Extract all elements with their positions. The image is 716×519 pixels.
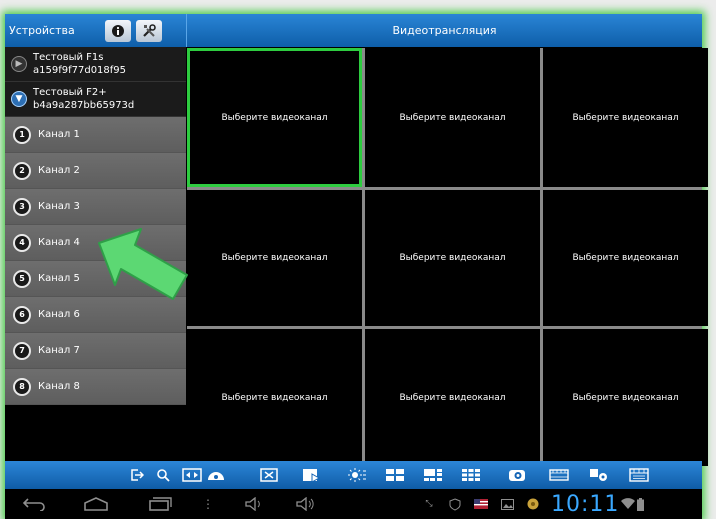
channel-number-icon: 2 (13, 161, 31, 180)
device-id: b4a9a287bb65973d (33, 100, 135, 111)
video-cell-1[interactable]: Выберите видеоканал (187, 48, 362, 187)
device-name: Тестовый F2+ (33, 87, 107, 98)
channel-number-icon: 4 (13, 233, 31, 252)
channel-label: Канал 2 (38, 165, 80, 176)
battery-icon (636, 497, 644, 511)
home-icon[interactable] (81, 497, 111, 511)
channel-label: Канал 4 (38, 237, 80, 248)
layout-6-icon[interactable] (423, 467, 443, 483)
video-cell-5[interactable]: Выберите видеоканал (365, 190, 540, 326)
photo-icon[interactable] (589, 467, 609, 483)
channel-item-8[interactable]: 8 Канал 8 (5, 369, 186, 405)
volume-down-icon[interactable] (243, 497, 265, 511)
channel-number-icon: 5 (13, 269, 31, 288)
channel-item-7[interactable]: 7 Канал 7 (5, 333, 186, 369)
device-id: a159f9f77d018f95 (33, 65, 127, 76)
device-item-f1s[interactable]: ▶ Тестовый F1s a159f9f77d018f95 (5, 47, 186, 82)
video-cell-7[interactable]: Выберите видеоканал (187, 329, 362, 466)
channel-item-1[interactable]: 1 Канал 1 (5, 117, 186, 153)
channel-number-icon: 7 (13, 341, 31, 360)
logout-icon[interactable] (129, 467, 145, 483)
video-cell-8[interactable]: Выберите видеоканал (365, 329, 540, 466)
fullscreen-status-icon: ⤡ (425, 499, 433, 509)
clock: 10:11 (551, 491, 620, 517)
layout-9-icon[interactable] (461, 467, 481, 483)
channel-label: Канал 1 (38, 129, 80, 140)
video-cell-4[interactable]: Выберите видеоканал (187, 190, 362, 326)
snapshot-icon[interactable] (259, 467, 279, 483)
layout-4-icon[interactable] (385, 467, 405, 483)
record-icon[interactable] (301, 467, 321, 483)
page-title: Видеотрансляция (392, 24, 497, 37)
shield-icon (447, 497, 463, 511)
channel-item-3[interactable]: 3 Канал 3 (5, 189, 186, 225)
ptz-icon[interactable] (205, 467, 227, 483)
fullscreen-icon[interactable] (181, 467, 203, 483)
light-icon[interactable] (347, 467, 367, 483)
back-icon[interactable] (19, 497, 49, 511)
info-icon[interactable] (105, 19, 131, 42)
channel-label: Канал 3 (38, 201, 80, 212)
channel-number-icon: 6 (13, 305, 31, 324)
menu-icon[interactable]: ⋮ (202, 497, 214, 511)
video-cell-9[interactable]: Выберите видеоканал (543, 329, 708, 466)
devices-title: Устройства (9, 24, 75, 37)
channel-number-icon: 8 (13, 377, 31, 396)
tools-icon[interactable] (136, 19, 162, 42)
highlight-arrow-icon (98, 228, 188, 300)
channel-item-2[interactable]: 2 Канал 2 (5, 153, 186, 189)
playback-icon[interactable] (549, 467, 569, 483)
expand-icon: ▼ (11, 91, 27, 107)
recent-apps-icon[interactable] (145, 497, 175, 511)
devices-header: Устройства (5, 14, 186, 47)
channel-label: Канал 6 (38, 309, 80, 320)
gallery-icon (499, 498, 515, 510)
channel-label: Канал 8 (38, 381, 80, 392)
volume-up-icon[interactable] (295, 497, 317, 511)
device-name: Тестовый F1s (33, 52, 104, 63)
play-icon: ▶ (11, 56, 27, 72)
camera-icon[interactable] (507, 467, 527, 483)
live-view-header: Видеотрансляция (186, 14, 702, 47)
channel-label: Канал 5 (38, 273, 80, 284)
search-icon[interactable] (155, 467, 171, 483)
channel-number-icon: 1 (13, 125, 31, 144)
channel-number-icon: 3 (13, 197, 31, 216)
video-cell-2[interactable]: Выберите видеоканал (365, 48, 540, 187)
video-grid: Выберите видеоканал Выберите видеоканал … (187, 48, 708, 473)
app-icon (525, 498, 541, 510)
channel-label: Канал 7 (38, 345, 80, 356)
bottom-toolbar (5, 461, 702, 489)
video-cell-6[interactable]: Выберите видеоканал (543, 190, 708, 326)
device-item-f2plus[interactable]: ▼ Тестовый F2+ b4a9a287bb65973d (5, 82, 186, 117)
system-nav-bar: ⋮ ⤡ 10:11 (5, 489, 702, 519)
flag-icon (473, 499, 489, 509)
video-cell-3[interactable]: Выберите видеоканал (543, 48, 708, 187)
video-list-icon[interactable] (629, 467, 649, 483)
wifi-icon (621, 498, 636, 510)
